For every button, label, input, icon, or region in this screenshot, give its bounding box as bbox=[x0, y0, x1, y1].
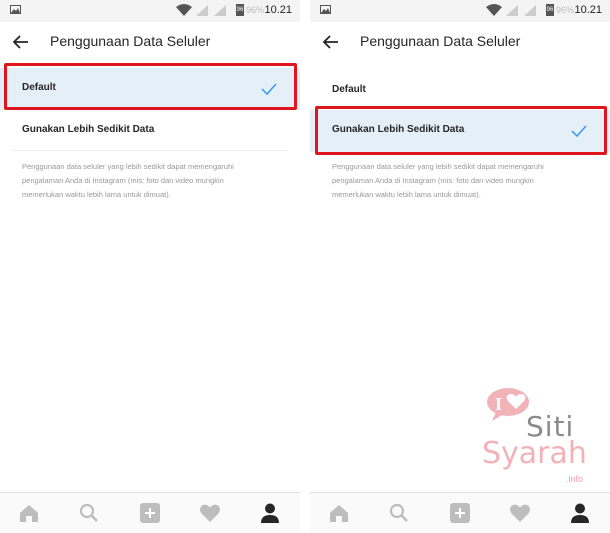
description-text: Penggunaan data seluler yang lebih sedik… bbox=[332, 160, 602, 202]
description-line: pengalaman Anda di Instagram (mis: foto … bbox=[332, 176, 534, 185]
back-arrow-icon[interactable] bbox=[12, 33, 30, 51]
add-icon[interactable] bbox=[449, 503, 471, 523]
search-icon[interactable] bbox=[78, 503, 100, 523]
heart-icon[interactable] bbox=[509, 503, 531, 523]
battery-percent: 96% bbox=[556, 5, 575, 15]
clock: 10.21 bbox=[264, 4, 292, 16]
description-line: memerlukan waktu lebih lama untuk dimuat… bbox=[332, 190, 481, 199]
signal-icon bbox=[506, 5, 518, 16]
left-phone-screen: 96 96% 10.21 Penggunaan Data Seluler Def… bbox=[0, 0, 300, 533]
description-line: memerlukan waktu lebih lama untuk dimuat… bbox=[22, 190, 171, 199]
clock: 10.21 bbox=[574, 4, 602, 16]
battery-badge: 96 bbox=[546, 4, 554, 16]
profile-icon[interactable] bbox=[569, 503, 591, 523]
description-line: Penggunaan data seluler yang lebih sedik… bbox=[22, 162, 234, 171]
description-text: Penggunaan data seluler yang lebih sedik… bbox=[22, 160, 292, 202]
description-line: Penggunaan data seluler yang lebih sedik… bbox=[332, 162, 544, 171]
screen-gap bbox=[300, 0, 310, 533]
page-title: Penggunaan Data Seluler bbox=[360, 33, 521, 49]
option-less-data[interactable]: Gunakan Lebih Sedikit Data bbox=[0, 110, 300, 152]
signal-icon-2 bbox=[524, 5, 536, 16]
wifi-icon bbox=[486, 4, 502, 16]
logo-letter: I bbox=[495, 394, 502, 414]
heart-icon[interactable] bbox=[199, 503, 221, 523]
header: Penggunaan Data Seluler bbox=[310, 22, 610, 62]
add-icon[interactable] bbox=[139, 503, 161, 523]
divider bbox=[12, 150, 288, 151]
profile-icon[interactable] bbox=[259, 503, 281, 523]
image-notification-icon bbox=[10, 5, 21, 14]
description-line: pengalaman Anda di Instagram (mis: foto … bbox=[22, 176, 224, 185]
signal-icon-2 bbox=[214, 5, 226, 16]
signal-icon bbox=[196, 5, 208, 16]
header: Penggunaan Data Seluler bbox=[0, 22, 300, 62]
highlight-box bbox=[315, 106, 607, 155]
watermark-suffix: .info bbox=[566, 474, 584, 484]
status-bar: 96 96% 10.21 bbox=[0, 0, 300, 22]
battery-badge: 96 bbox=[236, 4, 244, 16]
status-bar: 96 96% 10.21 bbox=[310, 0, 610, 22]
home-icon[interactable] bbox=[328, 503, 350, 523]
wifi-icon bbox=[176, 4, 192, 16]
option-label: Gunakan Lebih Sedikit Data bbox=[22, 124, 155, 135]
home-icon[interactable] bbox=[18, 503, 40, 523]
page-title: Penggunaan Data Seluler bbox=[50, 33, 211, 49]
bottom-nav bbox=[310, 492, 610, 533]
highlight-box bbox=[4, 63, 297, 110]
back-arrow-icon[interactable] bbox=[322, 33, 340, 51]
option-label: Default bbox=[332, 84, 366, 95]
watermark-text-line2: Syarah bbox=[482, 436, 587, 471]
search-icon[interactable] bbox=[388, 503, 410, 523]
watermark-logo: I Siti Syarah .info bbox=[480, 384, 600, 494]
image-notification-icon bbox=[320, 5, 331, 14]
bottom-nav bbox=[0, 492, 300, 533]
battery-percent: 96% bbox=[246, 5, 265, 15]
